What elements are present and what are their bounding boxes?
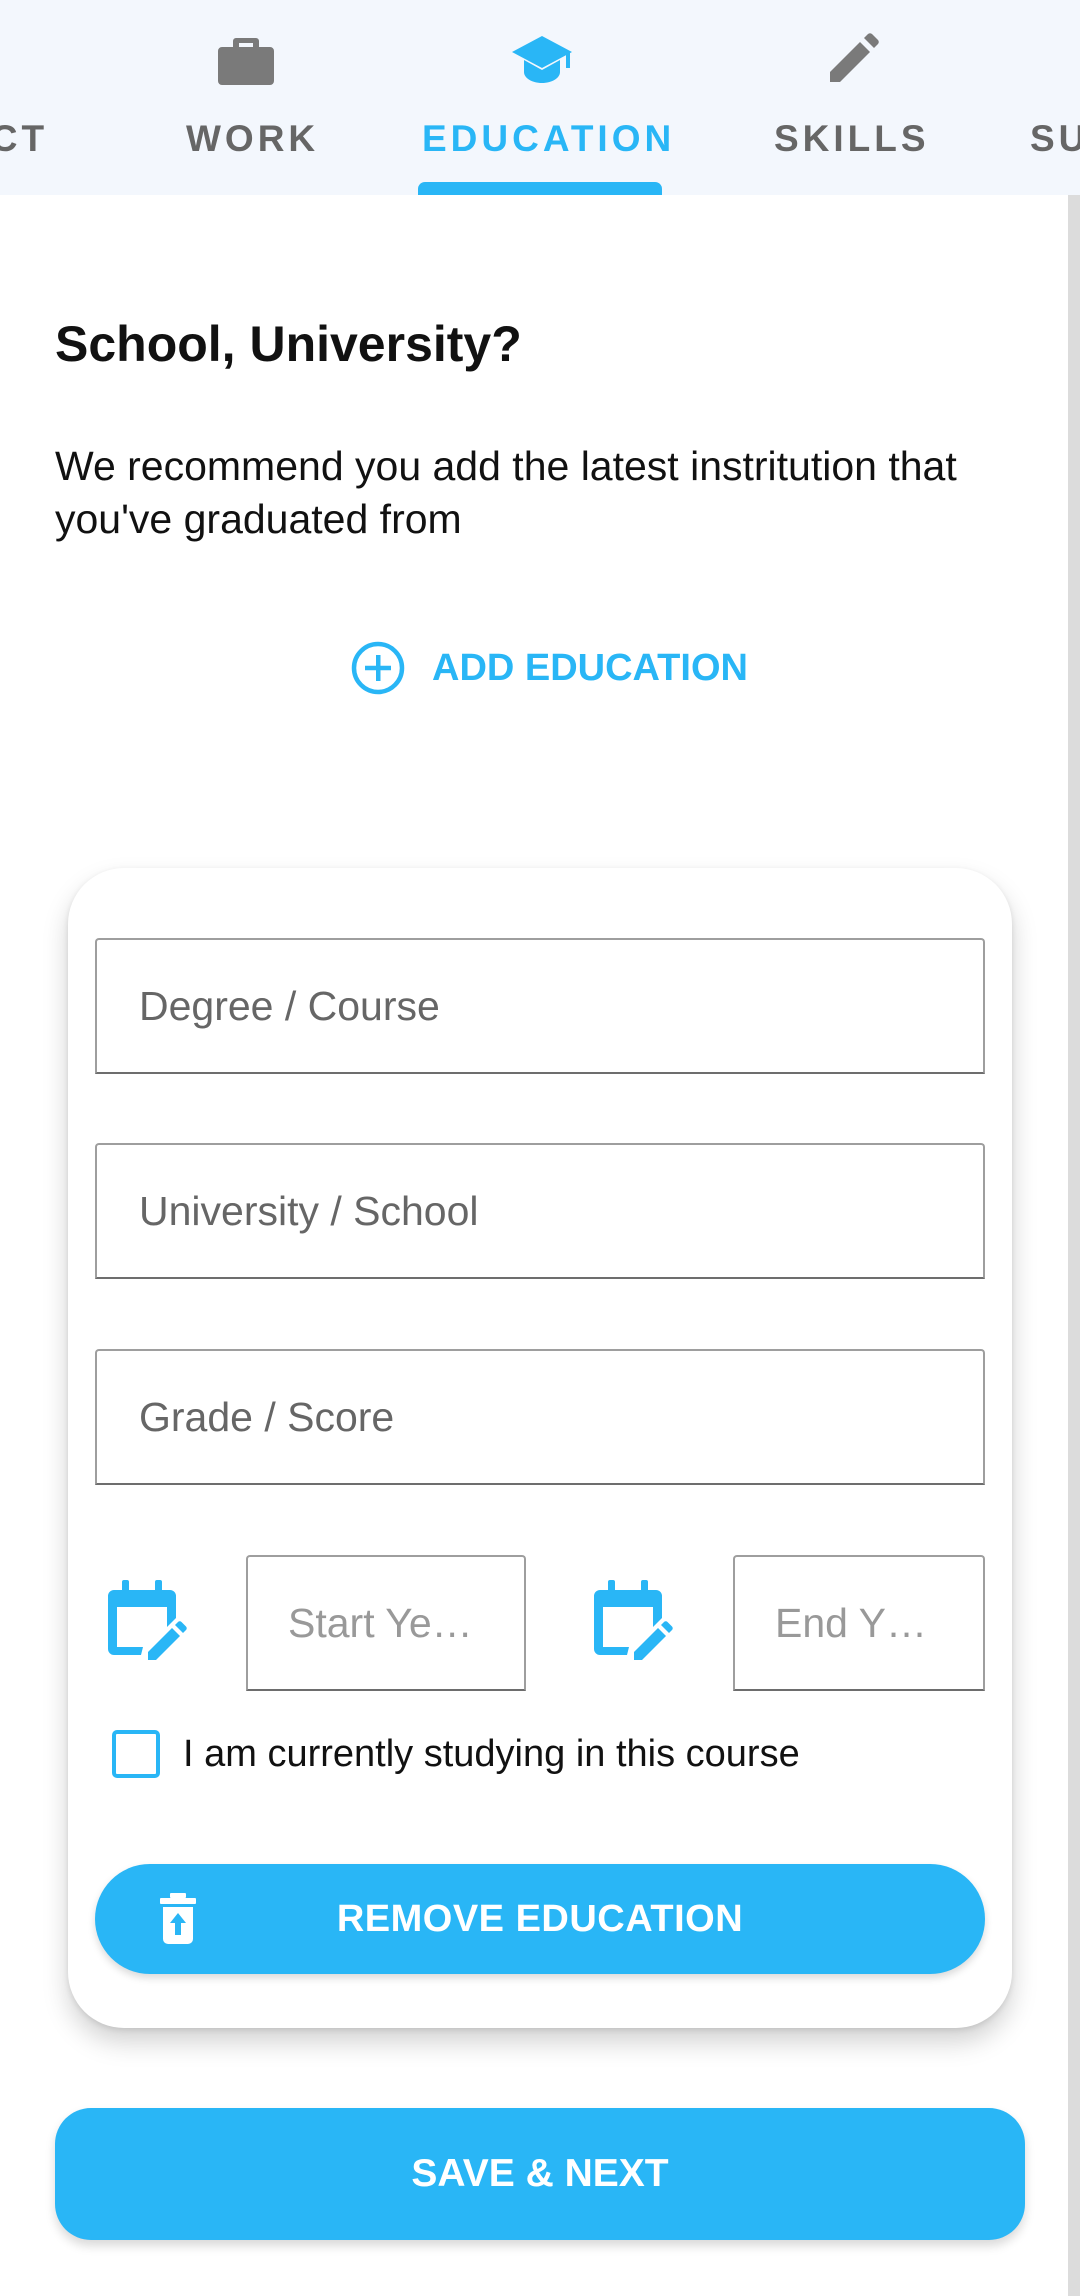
start-year-calendar-icon[interactable] bbox=[108, 1580, 188, 1660]
tab-contact-label: ACT bbox=[0, 118, 49, 159]
end-year-input[interactable] bbox=[735, 1557, 983, 1689]
remove-education-button[interactable]: REMOVE EDUCATION bbox=[95, 1864, 985, 1974]
end-year-field[interactable] bbox=[733, 1555, 985, 1691]
section-title: School, University? bbox=[55, 316, 522, 372]
school-field[interactable] bbox=[95, 1143, 985, 1279]
scrollbar[interactable] bbox=[1068, 195, 1080, 2296]
start-year-field[interactable] bbox=[246, 1555, 526, 1691]
tab-work[interactable]: WORK bbox=[176, 0, 316, 195]
save-next-button[interactable]: SAVE & NEXT bbox=[55, 2108, 1025, 2240]
save-next-label: SAVE & NEXT bbox=[411, 2152, 669, 2195]
add-circle-icon bbox=[350, 640, 406, 696]
tab-summary[interactable]: SU bbox=[1030, 0, 1080, 195]
end-year-calendar-icon[interactable] bbox=[594, 1580, 674, 1660]
degree-input[interactable] bbox=[97, 940, 983, 1072]
pencil-icon bbox=[820, 28, 884, 92]
graduation-cap-icon bbox=[510, 28, 574, 92]
tab-skills[interactable]: SKILLS bbox=[768, 0, 928, 195]
add-education-button[interactable]: ADD EDUCATION bbox=[350, 638, 748, 698]
currently-studying-row[interactable]: I am currently studying in this course bbox=[112, 1730, 800, 1778]
start-year-input[interactable] bbox=[248, 1557, 524, 1689]
school-input[interactable] bbox=[97, 1145, 983, 1277]
tab-skills-label: SKILLS bbox=[774, 118, 930, 159]
tab-education[interactable]: EDUCATION bbox=[420, 0, 671, 195]
tab-bar: ACT WORK EDUCATION SKILL bbox=[0, 0, 1080, 195]
grade-field[interactable] bbox=[95, 1349, 985, 1485]
add-education-label: ADD EDUCATION bbox=[432, 646, 748, 689]
currently-studying-label: I am currently studying in this course bbox=[183, 1732, 800, 1775]
briefcase-icon bbox=[214, 28, 278, 92]
degree-field[interactable] bbox=[95, 938, 985, 1074]
tab-summary-label: SU bbox=[1030, 118, 1080, 159]
tab-contact[interactable]: ACT bbox=[0, 0, 80, 195]
section-description: We recommend you add the latest instritu… bbox=[55, 443, 957, 542]
currently-studying-checkbox[interactable] bbox=[112, 1730, 160, 1778]
tab-education-label: EDUCATION bbox=[422, 118, 676, 159]
grade-input[interactable] bbox=[97, 1351, 983, 1483]
active-tab-indicator bbox=[418, 182, 662, 195]
tab-work-label: WORK bbox=[186, 118, 320, 159]
contact-icon bbox=[0, 28, 14, 92]
remove-education-label: REMOVE EDUCATION bbox=[336, 1898, 744, 1940]
